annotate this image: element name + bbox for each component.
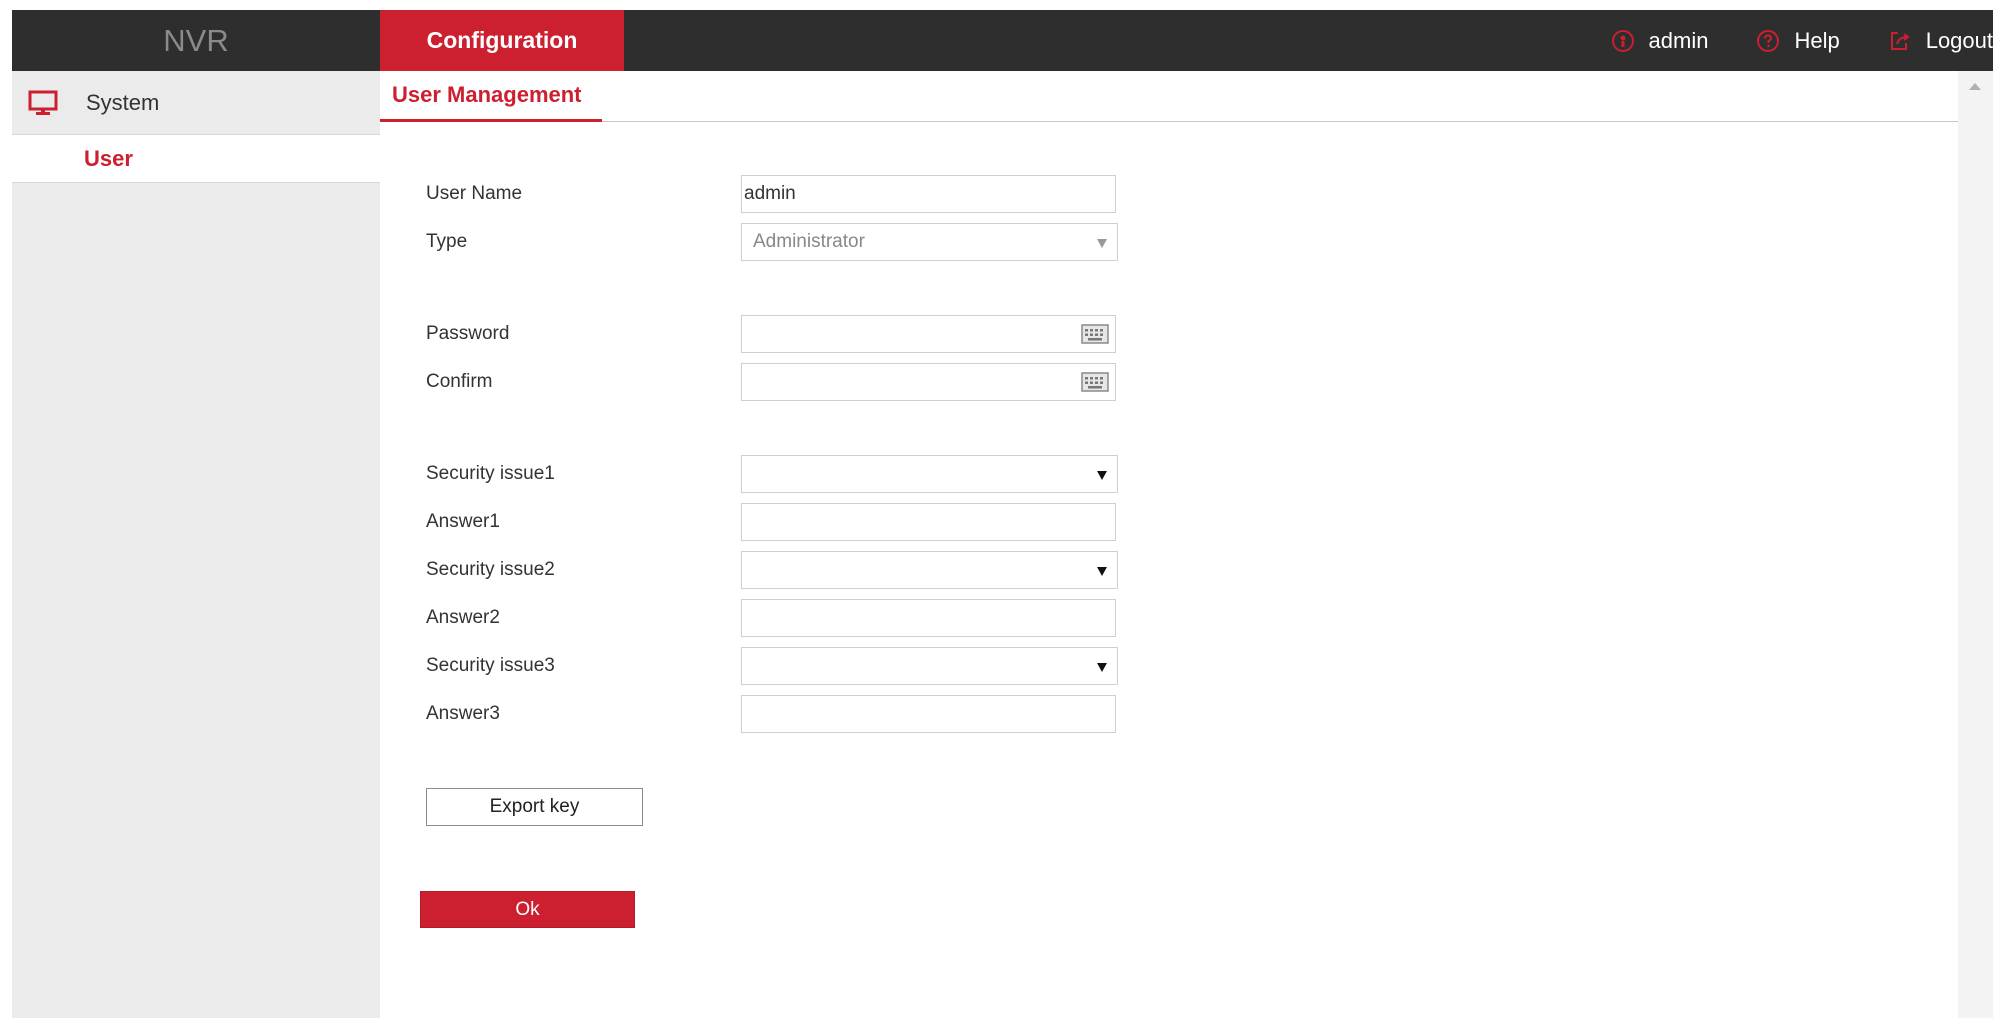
chevron-down-icon — [1097, 567, 1107, 576]
security-issue3-row: Security issue3 — [426, 647, 1126, 685]
confirm-row: Confirm — [426, 363, 1126, 401]
scroll-up-arrow-icon[interactable] — [1969, 83, 1981, 90]
answer2-label: Answer2 — [426, 607, 500, 628]
confirm-label: Confirm — [426, 371, 493, 392]
security-issue1-row: Security issue1 — [426, 455, 1126, 493]
chevron-down-icon — [1097, 471, 1107, 480]
type-row: Type Administrator — [426, 223, 1126, 261]
brand-logo: NVR — [163, 23, 229, 58]
type-value: Administrator — [753, 231, 865, 252]
type-select[interactable]: Administrator — [741, 223, 1118, 261]
help-icon — [1757, 29, 1780, 52]
keyboard-icon[interactable] — [1081, 324, 1109, 344]
main-content: User Management User Name admin Type Adm… — [380, 71, 1958, 1018]
tab-user-management[interactable]: User Management — [380, 71, 602, 122]
answer2-row: Answer2 — [426, 599, 1126, 637]
sidebar-section-system[interactable]: System — [12, 71, 380, 135]
monitor-icon — [28, 90, 58, 115]
answer2-input[interactable] — [741, 599, 1116, 637]
answer1-row: Answer1 — [426, 503, 1126, 541]
security-issue1-select[interactable] — [741, 455, 1118, 493]
vertical-scrollbar[interactable] — [1958, 71, 1993, 1018]
password-label: Password — [426, 323, 510, 344]
keyboard-icon[interactable] — [1081, 372, 1109, 392]
sidebar-item-user[interactable]: User — [12, 135, 380, 183]
answer1-input[interactable] — [741, 503, 1116, 541]
confirm-input[interactable] — [741, 363, 1116, 401]
ok-button[interactable]: Ok — [420, 891, 635, 928]
help-label: Help — [1794, 27, 1840, 53]
user-link[interactable]: admin — [1611, 27, 1709, 54]
security-issue1-label: Security issue1 — [426, 463, 555, 484]
user-name-label: User Name — [426, 183, 523, 204]
chevron-down-icon — [1097, 239, 1107, 248]
password-input[interactable] — [741, 315, 1116, 353]
logout-label: Logout — [1925, 27, 1993, 53]
security-issue2-select[interactable] — [741, 551, 1118, 589]
user-label: admin — [1648, 27, 1709, 53]
sub-tab-bar: User Management — [380, 71, 1958, 122]
top-bar: NVR Configuration admin Help Logout — [12, 10, 1993, 71]
security-issue3-label: Security issue3 — [426, 655, 555, 676]
type-label: Type — [426, 231, 468, 252]
user-name-row: User Name admin — [426, 175, 1126, 213]
answer3-row: Answer3 — [426, 695, 1126, 733]
export-key-button[interactable]: Export key — [426, 788, 643, 826]
answer3-input[interactable] — [741, 695, 1116, 733]
help-link[interactable]: Help — [1756, 27, 1840, 54]
chevron-down-icon — [1097, 663, 1107, 672]
logout-icon — [1890, 31, 1910, 50]
sidebar-section-label: System — [86, 89, 160, 115]
logout-link[interactable]: Logout — [1888, 28, 1993, 54]
answer1-label: Answer1 — [426, 511, 500, 532]
answer3-label: Answer3 — [426, 703, 500, 724]
user-icon — [1611, 29, 1634, 52]
top-right-links: admin Help Logout — [1563, 10, 1993, 71]
security-issue2-row: Security issue2 — [426, 551, 1126, 589]
sidebar: System User — [12, 71, 380, 1018]
security-issue2-label: Security issue2 — [426, 559, 555, 580]
user-name-input[interactable]: admin — [741, 175, 1116, 213]
security-issue3-select[interactable] — [741, 647, 1118, 685]
password-row: Password — [426, 315, 1126, 353]
app-root: NVR Configuration admin Help Logout Syst… — [0, 0, 1993, 1018]
tab-configuration[interactable]: Configuration — [380, 10, 624, 71]
